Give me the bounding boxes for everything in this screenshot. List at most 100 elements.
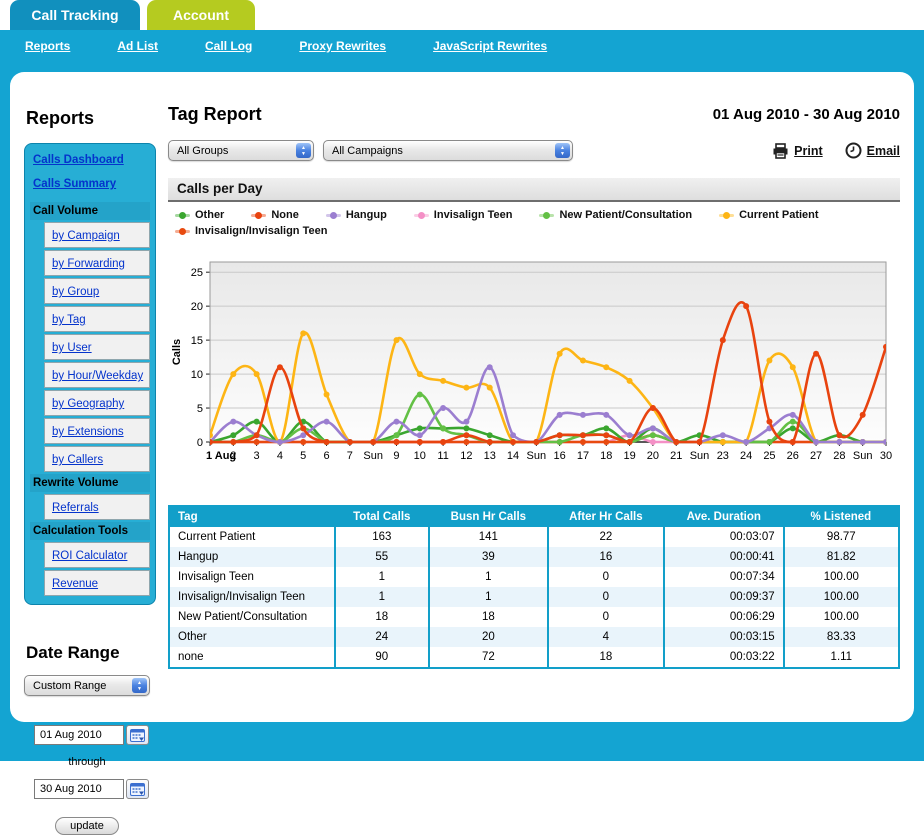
svg-text:16: 16 [554, 450, 566, 462]
table-cell: 0 [548, 587, 664, 607]
date-to-input[interactable] [34, 779, 124, 799]
sidebar-item-calls-summary[interactable]: Calls Summary [33, 178, 148, 190]
nav-link-reports[interactable]: Reports [25, 39, 70, 53]
table-cell: 100.00 [784, 587, 899, 607]
sidebar-item-revenue[interactable]: Revenue [44, 570, 150, 596]
calendar-icon [130, 728, 145, 742]
invisalign-invisalign-teen-legend-marker-icon [175, 227, 190, 236]
sidebar-item-link[interactable]: ROI Calculator [52, 550, 127, 562]
page-background: Reports Calls Dashboard Calls Summary Call… [0, 62, 924, 761]
table-cell: Invisalign/Invisalign Teen [169, 587, 335, 607]
svg-text:28: 28 [833, 450, 845, 462]
svg-text:14: 14 [507, 450, 519, 462]
table-cell: Current Patient [169, 527, 335, 547]
svg-text:23: 23 [717, 450, 729, 462]
sidebar-item-link[interactable]: by Campaign [52, 230, 120, 242]
print-action[interactable]: Print [772, 143, 822, 159]
table-cell: 1 [335, 567, 429, 587]
svg-text:2: 2 [230, 450, 236, 462]
table-cell: 1 [429, 587, 548, 607]
tab-call-tracking[interactable]: Call Tracking [10, 0, 140, 30]
column-header-listened: % Listened [784, 506, 899, 527]
date-range-title: Date Range [26, 643, 170, 663]
svg-text:27: 27 [810, 450, 822, 462]
nav-link-call-log[interactable]: Call Log [205, 39, 252, 53]
svg-text:5: 5 [300, 450, 306, 462]
sidebar-item-link[interactable]: by Extensions [52, 426, 124, 438]
legend-item-current-patient: Current Patient [719, 209, 818, 221]
svg-text:21: 21 [670, 450, 682, 462]
table-cell: Invisalign Teen [169, 567, 335, 587]
none-legend-marker-icon [251, 211, 266, 220]
legend-label: New Patient/Consultation [559, 209, 692, 221]
table-cell: 39 [429, 547, 548, 567]
sidebar-item-by-hour-weekday[interactable]: by Hour/Weekday [44, 362, 150, 388]
table-cell: New Patient/Consultation [169, 607, 335, 627]
other-legend-marker-icon [175, 211, 190, 220]
svg-text:10: 10 [191, 369, 203, 381]
sidebar-title: Reports [26, 108, 170, 129]
table-cell: 98.77 [784, 527, 899, 547]
sidebar-item-by-forwarding[interactable]: by Forwarding [44, 250, 150, 276]
sidebar-item-by-callers[interactable]: by Callers [44, 446, 150, 472]
campaigns-select[interactable]: All Campaigns ▲▼ [323, 140, 573, 161]
tab-call-tracking-label: Call Tracking [31, 7, 118, 23]
sidebar-item-roi-calculator[interactable]: ROI Calculator [44, 542, 150, 568]
sidebar: Reports Calls DashboardCalls SummaryCall… [24, 102, 170, 835]
table-cell: 100.00 [784, 567, 899, 587]
table-cell: 1 [429, 567, 548, 587]
calendar-from-button[interactable] [126, 725, 149, 745]
sidebar-item-by-geography[interactable]: by Geography [44, 390, 150, 416]
sidebar-item-by-group[interactable]: by Group [44, 278, 150, 304]
tag-report-table: TagTotal CallsBusn Hr CallsAfter Hr Call… [168, 505, 900, 669]
calendar-to-button[interactable] [126, 779, 149, 799]
table-cell: 83.33 [784, 627, 899, 647]
table-header-row: TagTotal CallsBusn Hr CallsAfter Hr Call… [169, 506, 899, 527]
email-link: Email [867, 144, 900, 158]
groups-select[interactable]: All Groups ▲▼ [168, 140, 314, 161]
table-cell: 16 [548, 547, 664, 567]
table-cell: 100.00 [784, 607, 899, 627]
date-from-input[interactable] [34, 725, 124, 745]
legend-item-hangup: Hangup [326, 209, 387, 221]
sidebar-item-by-tag[interactable]: by Tag [44, 306, 150, 332]
sidebar-item-link[interactable]: Referrals [52, 502, 99, 514]
table-cell: 00:03:15 [664, 627, 784, 647]
sidebar-item-link[interactable]: by Forwarding [52, 258, 125, 270]
table-cell: 00:03:07 [664, 527, 784, 547]
sidebar-item-by-campaign[interactable]: by Campaign [44, 222, 150, 248]
sidebar-item-calls-dashboard[interactable]: Calls Dashboard [33, 154, 148, 166]
legend-item-invisalign-teen: Invisalign Teen [414, 209, 513, 221]
sidebar-item-referrals[interactable]: Referrals [44, 494, 150, 520]
nav-link-proxy-rewrites[interactable]: Proxy Rewrites [299, 39, 386, 53]
sidebar-item-link[interactable]: by Tag [52, 314, 86, 326]
invisalign-teen-legend-marker-icon [414, 211, 429, 220]
nav-link-javascript-rewrites[interactable]: JavaScript Rewrites [433, 39, 547, 53]
table-cell: 141 [429, 527, 548, 547]
svg-text:Sun: Sun [363, 450, 383, 462]
svg-text:4: 4 [277, 450, 283, 462]
email-action[interactable]: Email [845, 142, 900, 159]
table-cell: 00:07:34 [664, 567, 784, 587]
date-range-preset-select[interactable]: Custom Range ▲▼ [24, 675, 150, 696]
sidebar-item-link[interactable]: by Geography [52, 398, 124, 410]
sidebar-item-link[interactable]: Revenue [52, 578, 98, 590]
sidebar-item-link[interactable]: by Group [52, 286, 99, 298]
sidebar-section-rewrite-volume: Rewrite Volume [30, 474, 150, 492]
sidebar-item-by-extensions[interactable]: by Extensions [44, 418, 150, 444]
table-cell: 00:06:29 [664, 607, 784, 627]
column-header-busn-hr-calls: Busn Hr Calls [429, 506, 548, 527]
sidebar-item-by-user[interactable]: by User [44, 334, 150, 360]
nav-link-ad-list[interactable]: Ad List [117, 39, 158, 53]
update-button[interactable]: update [55, 817, 119, 835]
sidebar-item-link[interactable]: by Callers [52, 454, 103, 466]
tab-account[interactable]: Account [147, 0, 255, 30]
svg-text:7: 7 [347, 450, 353, 462]
svg-text:Calls: Calls [171, 339, 183, 365]
sidebar-item-link[interactable]: by User [52, 342, 92, 354]
sidebar-item-link[interactable]: by Hour/Weekday [52, 370, 143, 382]
table-row: Hangup55391600:00:4181.82 [169, 547, 899, 567]
select-stepper-icon: ▲▼ [296, 143, 311, 158]
column-header-total-calls: Total Calls [335, 506, 429, 527]
report-date-span: 01 Aug 2010 - 30 Aug 2010 [713, 104, 900, 123]
